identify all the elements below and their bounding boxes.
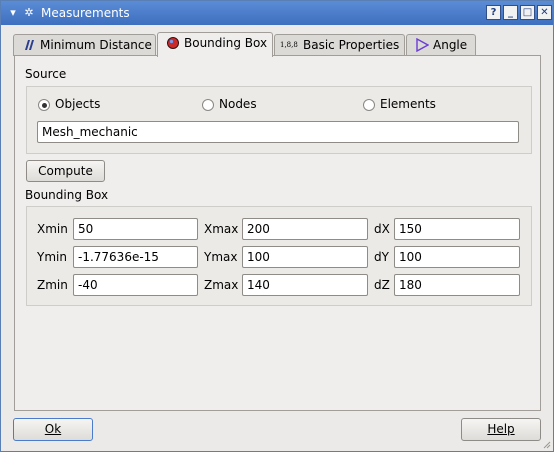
- zmax-field[interactable]: 140: [242, 274, 368, 296]
- ok-button[interactable]: Ok: [13, 418, 93, 441]
- object-name-field[interactable]: Mesh_mechanic: [37, 121, 519, 143]
- ymin-field[interactable]: -1.77636e-15: [73, 246, 198, 268]
- bounding-box-panel: Source Objects Nodes Elements Mesh_mecha…: [14, 55, 541, 411]
- tab-label: Basic Properties: [303, 38, 400, 52]
- dx-label: dX: [374, 222, 390, 236]
- source-label: Source: [25, 67, 67, 81]
- xmin-field[interactable]: 50: [73, 218, 198, 240]
- radio-elements-label[interactable]: Elements: [380, 97, 436, 111]
- xmax-label: Xmax: [204, 222, 239, 236]
- angle-icon: [416, 38, 429, 52]
- tab-label: Minimum Distance: [40, 38, 152, 52]
- ok-label: Ok: [44, 422, 62, 436]
- help-button[interactable]: Help: [461, 418, 541, 441]
- zmin-field[interactable]: -40: [73, 274, 198, 296]
- tab-angle[interactable]: Angle: [406, 34, 476, 56]
- source-group: Objects Nodes Elements Mesh_mechanic: [26, 86, 532, 154]
- bounding-box-group: Xmin 50 Xmax 200 dX 150 Ymin -1.77636e-1…: [26, 206, 532, 306]
- dz-label: dZ: [374, 278, 390, 292]
- radio-objects-label[interactable]: Objects: [55, 97, 100, 111]
- bounding-box-label: Bounding Box: [25, 188, 109, 202]
- basic-properties-icon: 1,8,8: [280, 41, 298, 49]
- minimize-button[interactable]: _: [503, 5, 518, 20]
- ymin-label: Ymin: [37, 250, 67, 264]
- help-window-button[interactable]: ?: [486, 5, 501, 20]
- radio-nodes-label[interactable]: Nodes: [219, 97, 257, 111]
- help-label: Help: [487, 422, 515, 436]
- close-button[interactable]: ✕: [537, 5, 552, 20]
- maximize-button[interactable]: □: [520, 5, 535, 20]
- radio-objects[interactable]: [38, 99, 50, 111]
- zmax-label: Zmax: [204, 278, 239, 292]
- minimum-distance-icon: [25, 40, 34, 50]
- tab-bounding-box[interactable]: Bounding Box: [157, 32, 273, 57]
- dx-field[interactable]: 150: [394, 218, 520, 240]
- compute-button[interactable]: Compute: [26, 160, 105, 182]
- dy-label: dY: [374, 250, 389, 264]
- measurements-window: ▾ ✲ Measurements ? _ □ ✕ Minimum Distanc…: [0, 0, 554, 452]
- window-menu-icon[interactable]: ▾: [5, 5, 21, 21]
- zmin-label: Zmin: [37, 278, 68, 292]
- tab-minimum-distance[interactable]: Minimum Distance: [13, 34, 156, 56]
- bounding-box-icon: [167, 37, 179, 49]
- xmax-field[interactable]: 200: [242, 218, 368, 240]
- dy-field[interactable]: 100: [394, 246, 520, 268]
- tab-label: Angle: [433, 38, 468, 52]
- radio-nodes[interactable]: [202, 99, 214, 111]
- title-bar[interactable]: ▾ ✲ Measurements ? _ □ ✕: [1, 1, 553, 25]
- xmin-label: Xmin: [37, 222, 68, 236]
- tab-basic-properties[interactable]: 1,8,8 Basic Properties: [274, 34, 405, 56]
- dz-field[interactable]: 180: [394, 274, 520, 296]
- resize-grip-icon[interactable]: [541, 439, 551, 449]
- radio-elements[interactable]: [363, 99, 375, 111]
- ymax-label: Ymax: [204, 250, 238, 264]
- tab-label: Bounding Box: [184, 36, 268, 50]
- window-title: Measurements: [41, 6, 130, 20]
- ymax-field[interactable]: 100: [242, 246, 368, 268]
- app-icon: ✲: [24, 6, 34, 19]
